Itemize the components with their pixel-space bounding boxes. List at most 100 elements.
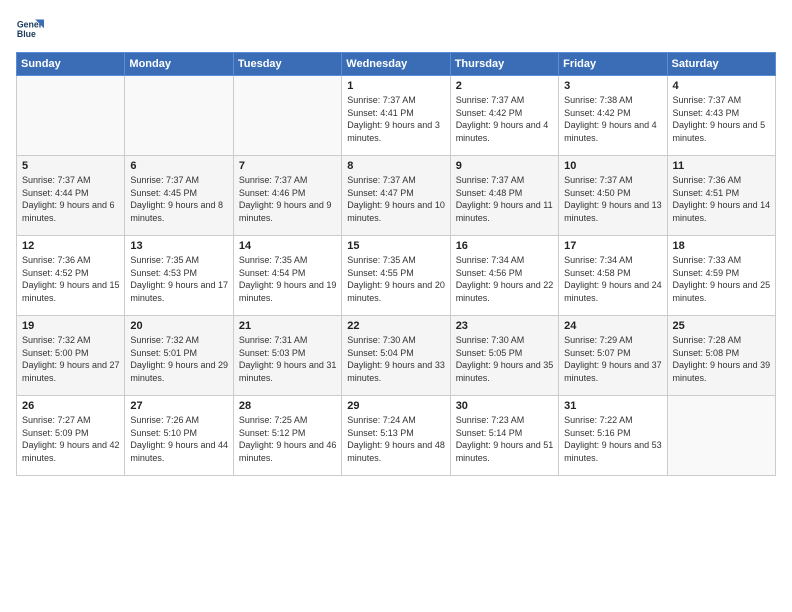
calendar-cell: 1 Sunrise: 7:37 AM Sunset: 4:41 PM Daylig…: [342, 76, 450, 156]
cell-info: Sunrise: 7:30 AM Sunset: 5:04 PM Dayligh…: [347, 334, 445, 384]
cell-info: Sunrise: 7:36 AM Sunset: 4:51 PM Dayligh…: [673, 174, 771, 224]
calendar-cell: [125, 76, 233, 156]
weekday-header-sunday: Sunday: [17, 53, 125, 76]
cell-info: Sunrise: 7:37 AM Sunset: 4:41 PM Dayligh…: [347, 94, 445, 144]
weekday-header-wednesday: Wednesday: [342, 53, 450, 76]
day-number: 28: [239, 400, 337, 412]
logo-icon: General Blue: [16, 16, 44, 44]
weekday-header-saturday: Saturday: [667, 53, 775, 76]
day-number: 2: [456, 80, 554, 92]
weekday-header-row: SundayMondayTuesdayWednesdayThursdayFrid…: [17, 53, 776, 76]
day-number: 9: [456, 160, 554, 172]
day-number: 21: [239, 320, 337, 332]
calendar-cell: 31 Sunrise: 7:22 AM Sunset: 5:16 PM Dayli…: [559, 396, 667, 476]
cell-info: Sunrise: 7:31 AM Sunset: 5:03 PM Dayligh…: [239, 334, 337, 384]
weekday-header-thursday: Thursday: [450, 53, 558, 76]
day-number: 22: [347, 320, 445, 332]
day-number: 14: [239, 240, 337, 252]
day-number: 18: [673, 240, 771, 252]
cell-info: Sunrise: 7:27 AM Sunset: 5:09 PM Dayligh…: [22, 414, 120, 464]
calendar-cell: 8 Sunrise: 7:37 AM Sunset: 4:47 PM Daylig…: [342, 156, 450, 236]
calendar-cell: 30 Sunrise: 7:23 AM Sunset: 5:14 PM Dayli…: [450, 396, 558, 476]
calendar-cell: 6Sunrise: 7:37 AM Sunset: 4:45 PM Daylig…: [125, 156, 233, 236]
calendar-cell: 2 Sunrise: 7:37 AM Sunset: 4:42 PM Daylig…: [450, 76, 558, 156]
weekday-header-friday: Friday: [559, 53, 667, 76]
cell-info: Sunrise: 7:33 AM Sunset: 4:59 PM Dayligh…: [673, 254, 771, 304]
week-row-4: 19 Sunrise: 7:32 AM Sunset: 5:00 PM Dayli…: [17, 316, 776, 396]
cell-info: Sunrise: 7:28 AM Sunset: 5:08 PM Dayligh…: [673, 334, 771, 384]
cell-info: Sunrise: 7:22 AM Sunset: 5:16 PM Dayligh…: [564, 414, 662, 464]
cell-info: Sunrise: 7:29 AM Sunset: 5:07 PM Dayligh…: [564, 334, 662, 384]
calendar-cell: 3Sunrise: 7:38 AM Sunset: 4:42 PM Daylig…: [559, 76, 667, 156]
cell-info: Sunrise: 7:37 AM Sunset: 4:48 PM Dayligh…: [456, 174, 554, 224]
cell-info: Sunrise: 7:24 AM Sunset: 5:13 PM Dayligh…: [347, 414, 445, 464]
cell-info: Sunrise: 7:30 AM Sunset: 5:05 PM Dayligh…: [456, 334, 554, 384]
cell-info: Sunrise: 7:34 AM Sunset: 4:56 PM Dayligh…: [456, 254, 554, 304]
day-number: 13: [130, 240, 228, 252]
calendar-cell: 5 Sunrise: 7:37 AM Sunset: 4:44 PM Daylig…: [17, 156, 125, 236]
cell-info: Sunrise: 7:26 AM Sunset: 5:10 PM Dayligh…: [130, 414, 228, 464]
calendar-cell: 10Sunrise: 7:37 AM Sunset: 4:50 PM Dayli…: [559, 156, 667, 236]
calendar-cell: 20Sunrise: 7:32 AM Sunset: 5:01 PM Dayli…: [125, 316, 233, 396]
cell-info: Sunrise: 7:35 AM Sunset: 4:55 PM Dayligh…: [347, 254, 445, 304]
calendar-cell: 21 Sunrise: 7:31 AM Sunset: 5:03 PM Dayli…: [233, 316, 341, 396]
week-row-3: 12 Sunrise: 7:36 AM Sunset: 4:52 PM Dayli…: [17, 236, 776, 316]
day-number: 8: [347, 160, 445, 172]
weekday-header-tuesday: Tuesday: [233, 53, 341, 76]
calendar-cell: 25Sunrise: 7:28 AM Sunset: 5:08 PM Dayli…: [667, 316, 775, 396]
day-number: 1: [347, 80, 445, 92]
calendar-cell: 12 Sunrise: 7:36 AM Sunset: 4:52 PM Dayli…: [17, 236, 125, 316]
calendar-table: SundayMondayTuesdayWednesdayThursdayFrid…: [16, 52, 776, 476]
cell-info: Sunrise: 7:25 AM Sunset: 5:12 PM Dayligh…: [239, 414, 337, 464]
calendar-cell: 9 Sunrise: 7:37 AM Sunset: 4:48 PM Daylig…: [450, 156, 558, 236]
day-number: 5: [22, 160, 120, 172]
day-number: 11: [673, 160, 771, 172]
week-row-1: 1 Sunrise: 7:37 AM Sunset: 4:41 PM Daylig…: [17, 76, 776, 156]
cell-info: Sunrise: 7:35 AM Sunset: 4:54 PM Dayligh…: [239, 254, 337, 304]
page-header: General Blue: [16, 16, 776, 44]
day-number: 16: [456, 240, 554, 252]
calendar-cell: 28 Sunrise: 7:25 AM Sunset: 5:12 PM Dayli…: [233, 396, 341, 476]
day-number: 24: [564, 320, 662, 332]
calendar-cell: 29 Sunrise: 7:24 AM Sunset: 5:13 PM Dayli…: [342, 396, 450, 476]
day-number: 31: [564, 400, 662, 412]
cell-info: Sunrise: 7:37 AM Sunset: 4:43 PM Dayligh…: [673, 94, 771, 144]
calendar-cell: 17Sunrise: 7:34 AM Sunset: 4:58 PM Dayli…: [559, 236, 667, 316]
calendar-cell: 24 Sunrise: 7:29 AM Sunset: 5:07 PM Dayli…: [559, 316, 667, 396]
cell-info: Sunrise: 7:32 AM Sunset: 5:01 PM Dayligh…: [130, 334, 228, 384]
calendar-cell: 18 Sunrise: 7:33 AM Sunset: 4:59 PM Dayli…: [667, 236, 775, 316]
day-number: 10: [564, 160, 662, 172]
cell-info: Sunrise: 7:37 AM Sunset: 4:47 PM Dayligh…: [347, 174, 445, 224]
calendar-cell: [17, 76, 125, 156]
day-number: 19: [22, 320, 120, 332]
logo: General Blue: [16, 16, 48, 44]
cell-info: Sunrise: 7:37 AM Sunset: 4:44 PM Dayligh…: [22, 174, 120, 224]
week-row-5: 26Sunrise: 7:27 AM Sunset: 5:09 PM Dayli…: [17, 396, 776, 476]
cell-info: Sunrise: 7:37 AM Sunset: 4:45 PM Dayligh…: [130, 174, 228, 224]
calendar-cell: 14 Sunrise: 7:35 AM Sunset: 4:54 PM Dayli…: [233, 236, 341, 316]
day-number: 12: [22, 240, 120, 252]
calendar-cell: 4Sunrise: 7:37 AM Sunset: 4:43 PM Daylig…: [667, 76, 775, 156]
calendar-cell: 22 Sunrise: 7:30 AM Sunset: 5:04 PM Dayli…: [342, 316, 450, 396]
day-number: 29: [347, 400, 445, 412]
day-number: 7: [239, 160, 337, 172]
day-number: 15: [347, 240, 445, 252]
day-number: 17: [564, 240, 662, 252]
cell-info: Sunrise: 7:37 AM Sunset: 4:42 PM Dayligh…: [456, 94, 554, 144]
cell-info: Sunrise: 7:37 AM Sunset: 4:46 PM Dayligh…: [239, 174, 337, 224]
calendar-cell: [667, 396, 775, 476]
calendar-cell: 7 Sunrise: 7:37 AM Sunset: 4:46 PM Daylig…: [233, 156, 341, 236]
calendar-cell: [233, 76, 341, 156]
day-number: 27: [130, 400, 228, 412]
day-number: 23: [456, 320, 554, 332]
day-number: 30: [456, 400, 554, 412]
cell-info: Sunrise: 7:23 AM Sunset: 5:14 PM Dayligh…: [456, 414, 554, 464]
calendar-cell: 16 Sunrise: 7:34 AM Sunset: 4:56 PM Dayli…: [450, 236, 558, 316]
calendar-cell: 27 Sunrise: 7:26 AM Sunset: 5:10 PM Dayli…: [125, 396, 233, 476]
cell-info: Sunrise: 7:32 AM Sunset: 5:00 PM Dayligh…: [22, 334, 120, 384]
calendar-cell: 13 Sunrise: 7:35 AM Sunset: 4:53 PM Dayli…: [125, 236, 233, 316]
cell-info: Sunrise: 7:38 AM Sunset: 4:42 PM Dayligh…: [564, 94, 662, 144]
cell-info: Sunrise: 7:35 AM Sunset: 4:53 PM Dayligh…: [130, 254, 228, 304]
weekday-header-monday: Monday: [125, 53, 233, 76]
cell-info: Sunrise: 7:36 AM Sunset: 4:52 PM Dayligh…: [22, 254, 120, 304]
